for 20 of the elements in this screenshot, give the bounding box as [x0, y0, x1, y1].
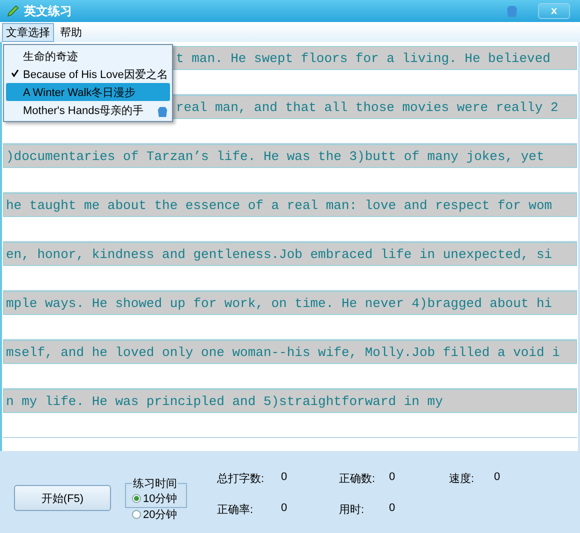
stat-label: 用时: [339, 503, 366, 517]
window-title: 英文练习 [24, 2, 73, 20]
stat-label: 总打字数: [217, 472, 266, 486]
stat-label: 正确数: [339, 472, 376, 486]
stat-value: 0 [494, 471, 502, 485]
passage-text: )documentaries of Tarzan’s life. He was the 3)butt of many jokes, yet [6, 148, 544, 164]
passage-text: t man. He swept floors for a living. He believed [176, 50, 550, 66]
stat-label: 正确率: [217, 502, 254, 517]
stat-value: 0 [281, 502, 288, 516]
stat-value: 0 [389, 471, 396, 485]
passage-text: mple ways. He showed up for work, on time. He never 4)bragged about hi [6, 296, 552, 310]
stat-value: 0 [389, 502, 396, 516]
passage-text: mself, and he loved only one woman--his wife, Molly.Job filled a void i [6, 344, 560, 360]
passage-text: real man, and that all those movies were really 2 [176, 100, 558, 114]
stat-value: 0 [281, 471, 288, 485]
passage-text: en, honor, kindness and gentleness.Job embraced life in unexpected, si [6, 246, 552, 262]
passage-text: he taught me about the essence of a real man: love and respect for wom [6, 198, 552, 212]
group-title: 练习时间 [132, 477, 178, 491]
passage-text: n my life. He was principled and 5)straightforward in my [6, 394, 443, 408]
stat-label: 速度: [449, 472, 476, 486]
